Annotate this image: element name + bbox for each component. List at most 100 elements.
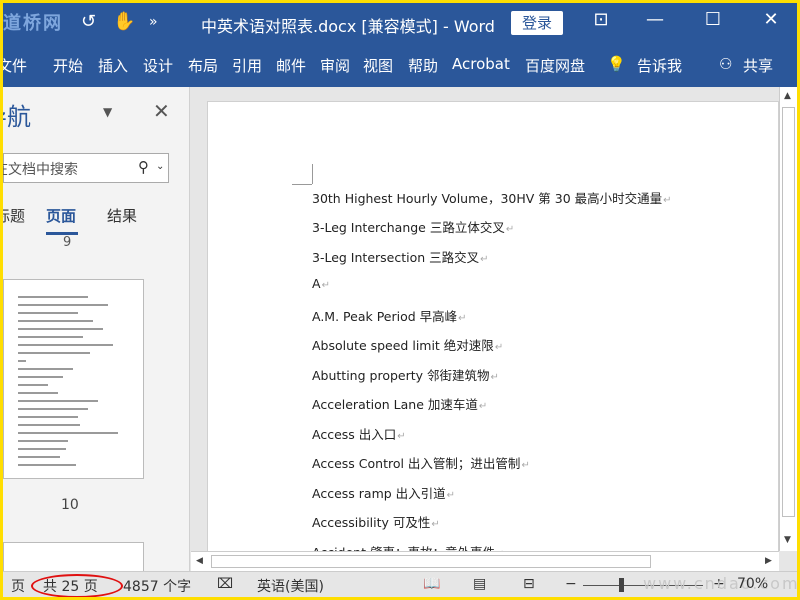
thumb-text-line <box>18 416 78 418</box>
horizontal-scrollbar[interactable]: ◀ ▶ <box>191 551 779 571</box>
thumb-text-line <box>18 400 98 402</box>
highlight-circle <box>31 574 123 597</box>
scroll-left-icon[interactable]: ◀ <box>196 556 203 566</box>
language-indicator[interactable]: 英语(美国) <box>257 576 324 596</box>
document-area: 30th Highest Hourly Volume，30HV 第 30 最高小… <box>191 87 797 571</box>
document-line[interactable]: 3-Leg Interchange 三路立体交叉↵ <box>312 217 514 236</box>
tab-design[interactable]: 设计 <box>143 55 173 76</box>
horizontal-scroll-thumb[interactable] <box>211 555 651 568</box>
tab-layout[interactable]: 布局 <box>188 55 218 76</box>
thumb-text-line <box>18 384 48 386</box>
thumb-text-line <box>18 296 88 298</box>
tab-review[interactable]: 审阅 <box>320 55 350 76</box>
scroll-down-icon[interactable]: ▼ <box>784 535 791 545</box>
zoom-level[interactable]: 70% <box>737 576 768 592</box>
active-tab-indicator <box>46 232 78 235</box>
share-button[interactable]: 共享 <box>743 55 773 76</box>
tab-help[interactable]: 帮助 <box>408 55 438 76</box>
login-button[interactable]: 登录 <box>511 11 563 35</box>
margin-corner-mark <box>292 184 312 185</box>
close-icon[interactable]: ✕ <box>759 9 783 30</box>
document-line[interactable]: Abutting property 邻街建筑物↵ <box>312 365 499 384</box>
document-line[interactable]: Access ramp 出入引道↵ <box>312 483 455 502</box>
tab-baidu-netdisk[interactable]: 百度网盘 <box>525 55 585 76</box>
ribbon-tabs: 文件 开始 插入 设计 布局 引用 邮件 审阅 视图 帮助 Acrobat 百度… <box>3 43 797 87</box>
tab-view[interactable]: 视图 <box>363 55 393 76</box>
document-line[interactable]: Access 出入口↵ <box>312 424 406 443</box>
user-icon[interactable]: ⚇ <box>719 55 732 73</box>
tab-home[interactable]: 开始 <box>53 55 83 76</box>
lightbulb-icon: 💡 <box>607 55 626 73</box>
watermark: www.cndao.com <box>643 574 797 593</box>
thumb-text-line <box>18 424 80 426</box>
chevron-down-icon[interactable]: ⌄ <box>156 161 164 172</box>
document-line[interactable]: 30th Highest Hourly Volume，30HV 第 30 最高小… <box>312 188 672 207</box>
web-layout-icon[interactable]: ⊟ <box>523 576 535 592</box>
thumb-text-line <box>18 312 78 314</box>
vertical-scrollbar[interactable]: ▲ ▼ <box>779 87 797 551</box>
thumb-text-line <box>18 368 73 370</box>
tab-acrobat[interactable]: Acrobat <box>452 55 510 73</box>
chevron-down-icon[interactable]: ▼ <box>103 105 112 119</box>
proofing-icon[interactable]: ⌧ <box>217 576 233 592</box>
document-line[interactable]: Absolute speed limit 绝对速限↵ <box>312 335 503 354</box>
page-number-label: 10 <box>61 497 79 513</box>
word-count[interactable]: 4857 个字 <box>123 576 191 596</box>
ribbon-display-icon[interactable]: ⊡ <box>589 9 613 30</box>
tab-mailings[interactable]: 邮件 <box>276 55 306 76</box>
read-mode-icon[interactable]: 📖 <box>423 576 440 592</box>
tab-file[interactable]: 文件 <box>3 55 27 76</box>
zoom-out-icon[interactable]: − <box>565 576 577 592</box>
thumb-text-line <box>18 328 103 330</box>
print-layout-icon[interactable]: ▤ <box>473 576 486 592</box>
thumb-text-line <box>18 352 90 354</box>
word-window: 道桥网 ↺ ✋ » 中英术语对照表.docx [兼容模式] - Word 登录 … <box>3 3 797 597</box>
thumb-text-line <box>18 464 76 466</box>
tell-me-search[interactable]: 告诉我 <box>637 55 682 76</box>
vertical-scroll-thumb[interactable] <box>782 107 795 517</box>
nav-pane-title: 导航 <box>3 103 31 131</box>
thumb-text-line <box>18 304 108 306</box>
thumb-text-line <box>18 392 58 394</box>
thumb-text-line <box>18 320 93 322</box>
nav-search-placeholder: 在文档中搜索 <box>3 162 78 178</box>
document-line[interactable]: Access Control 出入管制；进出管制↵ <box>312 453 530 472</box>
thumb-text-line <box>18 336 83 338</box>
margin-corner-mark <box>312 164 313 184</box>
nav-tab-results[interactable]: 结果 <box>107 205 137 226</box>
window-title: 中英术语对照表.docx [兼容模式] - Word <box>201 17 495 36</box>
navigation-pane: 导航 ▼ ✕ 在文档中搜索 ⚲ ⌄ 标题 页面 结果 9 <box>3 87 190 582</box>
tab-insert[interactable]: 插入 <box>98 55 128 76</box>
thumb-text-line <box>18 448 66 450</box>
status-bar: 页 共 25 页 4857 个字 ⌧ 英语(美国) 📖 ▤ ⊟ − + www.… <box>3 571 797 597</box>
minimize-icon[interactable]: — <box>643 9 667 30</box>
document-line[interactable]: Acceleration Lane 加速车道↵ <box>312 394 487 413</box>
document-page[interactable]: 30th Highest Hourly Volume，30HV 第 30 最高小… <box>207 101 779 571</box>
document-line[interactable]: Accessibility 可及性↵ <box>312 512 440 531</box>
customize-toolbar-icon[interactable]: » <box>149 14 158 30</box>
page-indicator[interactable]: 页 <box>11 576 25 596</box>
document-line[interactable]: 3-Leg Intersection 三路交叉↵ <box>312 247 489 266</box>
scroll-up-icon[interactable]: ▲ <box>784 91 791 101</box>
nav-search-input[interactable]: 在文档中搜索 ⚲ ⌄ <box>3 153 169 183</box>
document-line[interactable]: A↵ <box>312 276 330 291</box>
nav-tab-headings[interactable]: 标题 <box>3 205 25 226</box>
site-logo: 道桥网 <box>3 13 63 34</box>
tab-references[interactable]: 引用 <box>232 55 262 76</box>
title-bar: 道桥网 ↺ ✋ » 中英术语对照表.docx [兼容模式] - Word 登录 … <box>3 3 797 43</box>
thumb-text-line <box>18 344 113 346</box>
maximize-icon[interactable]: ☐ <box>701 9 725 30</box>
search-icon[interactable]: ⚲ <box>138 158 149 176</box>
thumb-text-line <box>18 432 118 434</box>
thumb-text-line <box>18 360 26 362</box>
scroll-right-icon[interactable]: ▶ <box>765 556 772 566</box>
thumb-text-line <box>18 440 68 442</box>
zoom-slider-thumb[interactable] <box>619 578 624 592</box>
nav-tab-pages[interactable]: 页面 <box>46 205 76 226</box>
page-thumbnail[interactable] <box>3 279 144 479</box>
close-icon[interactable]: ✕ <box>153 99 170 123</box>
undo-icon[interactable]: ↺ <box>81 11 96 32</box>
touch-mode-icon[interactable]: ✋ <box>113 11 135 32</box>
document-line[interactable]: A.M. Peak Period 早高峰↵ <box>312 306 467 325</box>
thumb-text-line <box>18 456 60 458</box>
